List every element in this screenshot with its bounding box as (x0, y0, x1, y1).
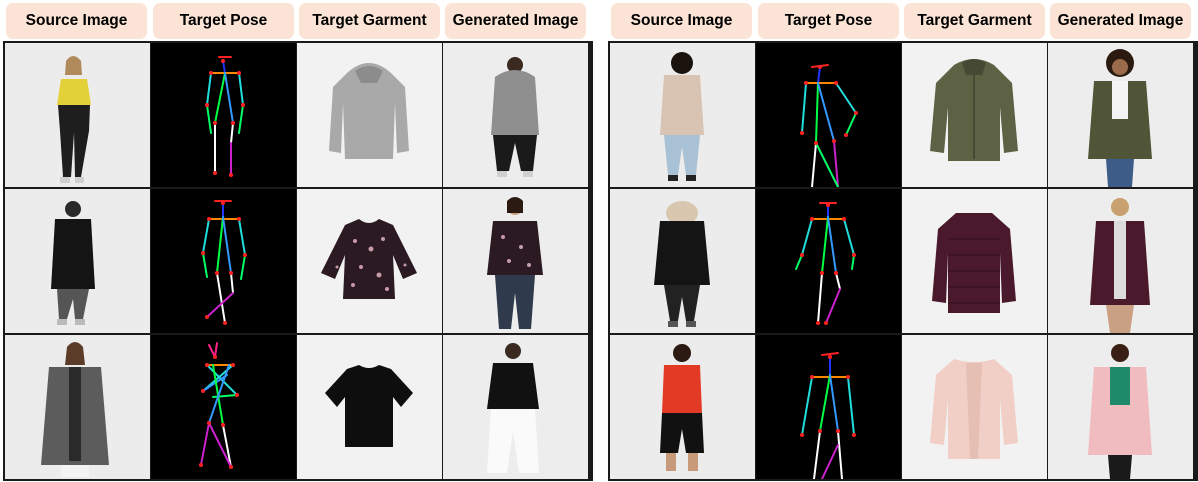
generated-image (1048, 335, 1193, 479)
generated-image (443, 43, 588, 187)
header-target-garment: Target Garment (299, 3, 440, 39)
target-garment (297, 335, 442, 479)
right-panel: Source Image Target Pose Target Garment … (608, 0, 1198, 482)
target-pose (756, 43, 901, 187)
target-garment (902, 189, 1047, 333)
source-image (5, 189, 150, 333)
source-image (5, 335, 150, 479)
header-row: Source Image Target Pose Target Garment … (3, 3, 593, 39)
source-image (610, 335, 755, 479)
target-pose (756, 189, 901, 333)
generated-image (1048, 43, 1193, 187)
header-row: Source Image Target Pose Target Garment … (608, 3, 1198, 39)
target-pose (756, 335, 901, 479)
header-source-image: Source Image (6, 3, 147, 39)
header-generated-image: Generated Image (1050, 3, 1191, 39)
target-garment (297, 43, 442, 187)
header-generated-image: Generated Image (445, 3, 586, 39)
source-image (610, 43, 755, 187)
target-garment (902, 43, 1047, 187)
image-grid (608, 41, 1198, 481)
source-image (5, 43, 150, 187)
header-target-pose: Target Pose (758, 3, 899, 39)
header-source-image: Source Image (611, 3, 752, 39)
generated-image (1048, 189, 1193, 333)
header-target-pose: Target Pose (153, 3, 294, 39)
generated-image (443, 189, 588, 333)
target-pose (151, 43, 296, 187)
target-garment (902, 335, 1047, 479)
source-image (610, 189, 755, 333)
image-grid (3, 41, 593, 481)
generated-image (443, 335, 588, 479)
target-garment (297, 189, 442, 333)
header-target-garment: Target Garment (904, 3, 1045, 39)
target-pose (151, 189, 296, 333)
left-panel: Source Image Target Pose Target Garment … (3, 0, 593, 482)
target-pose (151, 335, 296, 479)
